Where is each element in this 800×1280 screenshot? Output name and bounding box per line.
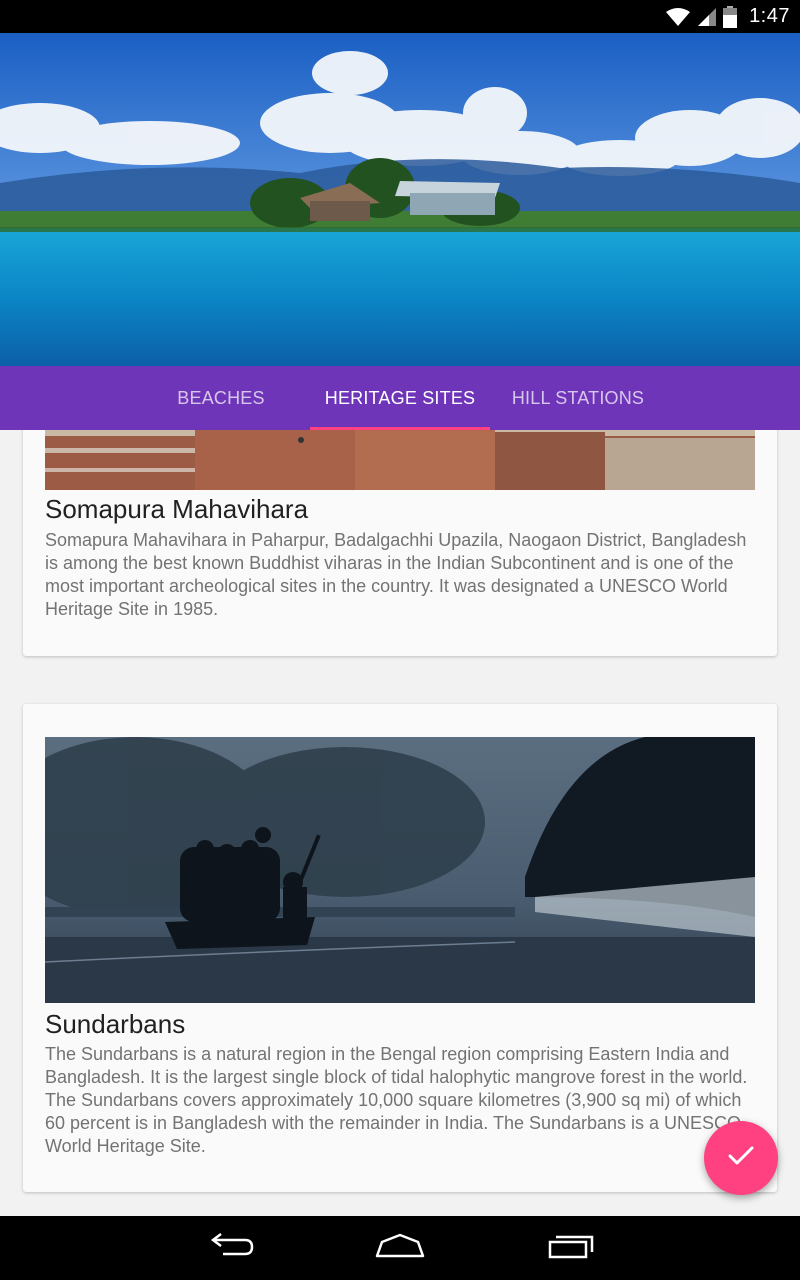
recents-icon [546,1232,594,1265]
back-button[interactable] [200,1230,260,1266]
wifi-icon [665,7,691,27]
tab-heritage-sites[interactable]: HERITAGE SITES [310,366,490,430]
system-nav-bar [0,1216,800,1280]
app-screen: 1:47 BEACHES HERITAGE SITES HILL STATION… [0,0,800,1280]
card-somapura-mahavihara[interactable]: Somapura Mahavihara Somapura Mahavihara … [23,430,777,656]
tab-bar: BEACHES HERITAGE SITES HILL STATIONS [0,366,800,430]
card-title: Somapura Mahavihara [45,494,309,524]
battery-icon [723,5,738,28]
home-icon [374,1232,426,1265]
cell-signal-icon [697,7,717,27]
river-landscape-header-image [0,33,800,366]
back-icon [205,1232,255,1265]
done-fab-button[interactable] [704,1121,778,1195]
card-image-somapura [45,430,755,490]
card-description: Somapura Mahavihara in Paharpur, Badalga… [45,530,747,619]
tab-indicator [310,427,490,430]
home-button[interactable] [370,1230,430,1266]
card-image-sundarbans [45,737,755,1003]
card-title: Sundarbans [45,1009,186,1039]
heritage-list[interactable]: Somapura Mahavihara Somapura Mahavihara … [0,430,800,1216]
card-description: The Sundarbans is a natural region in th… [45,1044,748,1156]
status-time: 1:47 [749,5,790,27]
status-bar: 1:47 [0,0,800,33]
tab-beaches[interactable]: BEACHES [160,366,282,430]
card-sundarbans[interactable]: Sundarbans The Sundarbans is a natural r… [23,704,777,1192]
recents-button[interactable] [540,1230,600,1266]
tab-hill-stations[interactable]: HILL STATIONS [500,366,656,430]
check-icon [728,1146,754,1171]
